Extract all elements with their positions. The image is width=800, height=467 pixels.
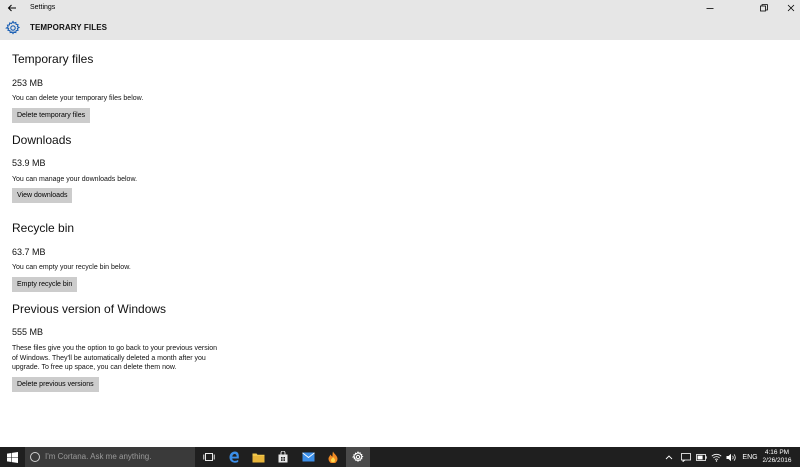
section-title: Previous version of Windows xyxy=(12,302,167,316)
chevron-up-icon xyxy=(665,455,673,460)
speaker-icon xyxy=(726,453,736,461)
section-description: You can empty your recycle bin below. xyxy=(12,264,131,271)
section-size: 63.7 MB xyxy=(12,247,46,257)
maximize-button[interactable] xyxy=(746,0,782,16)
battery-button[interactable] xyxy=(694,447,708,467)
section-description: You can delete your temporary files belo… xyxy=(12,95,144,102)
wifi-icon xyxy=(711,453,721,462)
back-arrow-icon xyxy=(7,4,16,12)
page-title: TEMPORARY FILES xyxy=(30,23,108,32)
section-title: Temporary files xyxy=(12,52,94,66)
section-temporary-files: Temporary files 253 MB You can delete yo… xyxy=(12,52,272,124)
clock[interactable]: 4:16 PM 2/26/2016 xyxy=(758,449,796,465)
section-downloads: Downloads 53.9 MB You can manage your do… xyxy=(12,133,272,205)
close-icon xyxy=(787,4,795,12)
title-bar: Settings xyxy=(0,0,800,16)
restore-icon xyxy=(760,4,768,12)
action-center-button[interactable] xyxy=(679,447,693,467)
fire-app-icon xyxy=(328,451,338,463)
mail-icon xyxy=(301,452,315,462)
search-placeholder: I'm Cortana. Ask me anything. xyxy=(45,452,152,461)
cortana-search-box[interactable]: I'm Cortana. Ask me anything. xyxy=(25,447,195,467)
gear-icon xyxy=(5,20,21,35)
window-title: Settings xyxy=(30,4,56,11)
clock-date: 2/26/2016 xyxy=(762,457,792,464)
battery-icon xyxy=(695,453,707,461)
settings-taskbar-button[interactable] xyxy=(346,447,370,467)
edge-icon xyxy=(229,451,239,463)
windows-logo-icon xyxy=(6,451,18,463)
cortana-icon xyxy=(30,452,40,462)
close-button[interactable] xyxy=(782,0,800,16)
delete-temporary-files-button[interactable]: Delete temporary files xyxy=(12,108,91,123)
empty-recycle-bin-button[interactable]: Empty recycle bin xyxy=(12,277,78,292)
section-size: 53.9 MB xyxy=(12,158,46,168)
volume-button[interactable] xyxy=(724,447,738,467)
minimize-icon xyxy=(706,8,714,9)
section-title: Downloads xyxy=(12,133,72,147)
section-description-line: upgrade. To free up space, you can delet… xyxy=(12,364,177,371)
clock-time: 4:16 PM xyxy=(764,449,790,456)
section-size: 555 MB xyxy=(12,327,44,337)
gear-icon xyxy=(352,451,364,463)
network-button[interactable] xyxy=(709,447,723,467)
app-taskbar-button[interactable] xyxy=(321,447,345,467)
section-recycle-bin: Recycle bin 63.7 MB You can empty your r… xyxy=(12,221,272,293)
start-button[interactable] xyxy=(0,447,24,467)
section-description: You can manage your downloads below. xyxy=(12,176,138,183)
store-taskbar-button[interactable] xyxy=(271,447,295,467)
section-description-line: These files give you the option to go ba… xyxy=(12,345,218,352)
taskbar: I'm Cortana. Ask me anything. ENG 4:16 P… xyxy=(0,447,800,467)
edge-taskbar-button[interactable] xyxy=(222,447,246,467)
minimize-button[interactable] xyxy=(692,0,728,16)
page-header: TEMPORARY FILES xyxy=(0,16,800,40)
section-size: 253 MB xyxy=(12,78,44,88)
show-hidden-icons-button[interactable] xyxy=(662,447,676,467)
section-description-line: of Windows. They'll be automatically del… xyxy=(12,354,206,362)
view-downloads-button[interactable]: View downloads xyxy=(12,188,73,203)
notification-icon xyxy=(681,452,691,462)
mail-taskbar-button[interactable] xyxy=(296,447,320,467)
folder-icon xyxy=(252,453,264,462)
delete-previous-versions-button[interactable]: Delete previous versions xyxy=(12,377,99,392)
store-bag-icon xyxy=(278,451,288,463)
section-previous-windows: Previous version of Windows 555 MB These… xyxy=(12,302,272,394)
back-button[interactable] xyxy=(0,0,24,16)
task-view-icon xyxy=(203,453,215,461)
input-language-button[interactable]: ENG xyxy=(741,447,759,467)
file-explorer-taskbar-button[interactable] xyxy=(246,447,270,467)
section-title: Recycle bin xyxy=(12,221,75,235)
task-view-button[interactable] xyxy=(197,447,221,467)
